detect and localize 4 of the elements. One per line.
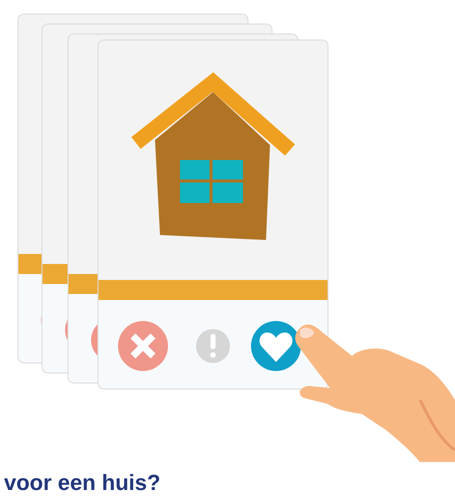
info-button[interactable] [196, 329, 230, 363]
like-button[interactable] [251, 321, 301, 371]
close-button[interactable] [118, 321, 168, 371]
heading: voor een huis? [4, 470, 162, 496]
